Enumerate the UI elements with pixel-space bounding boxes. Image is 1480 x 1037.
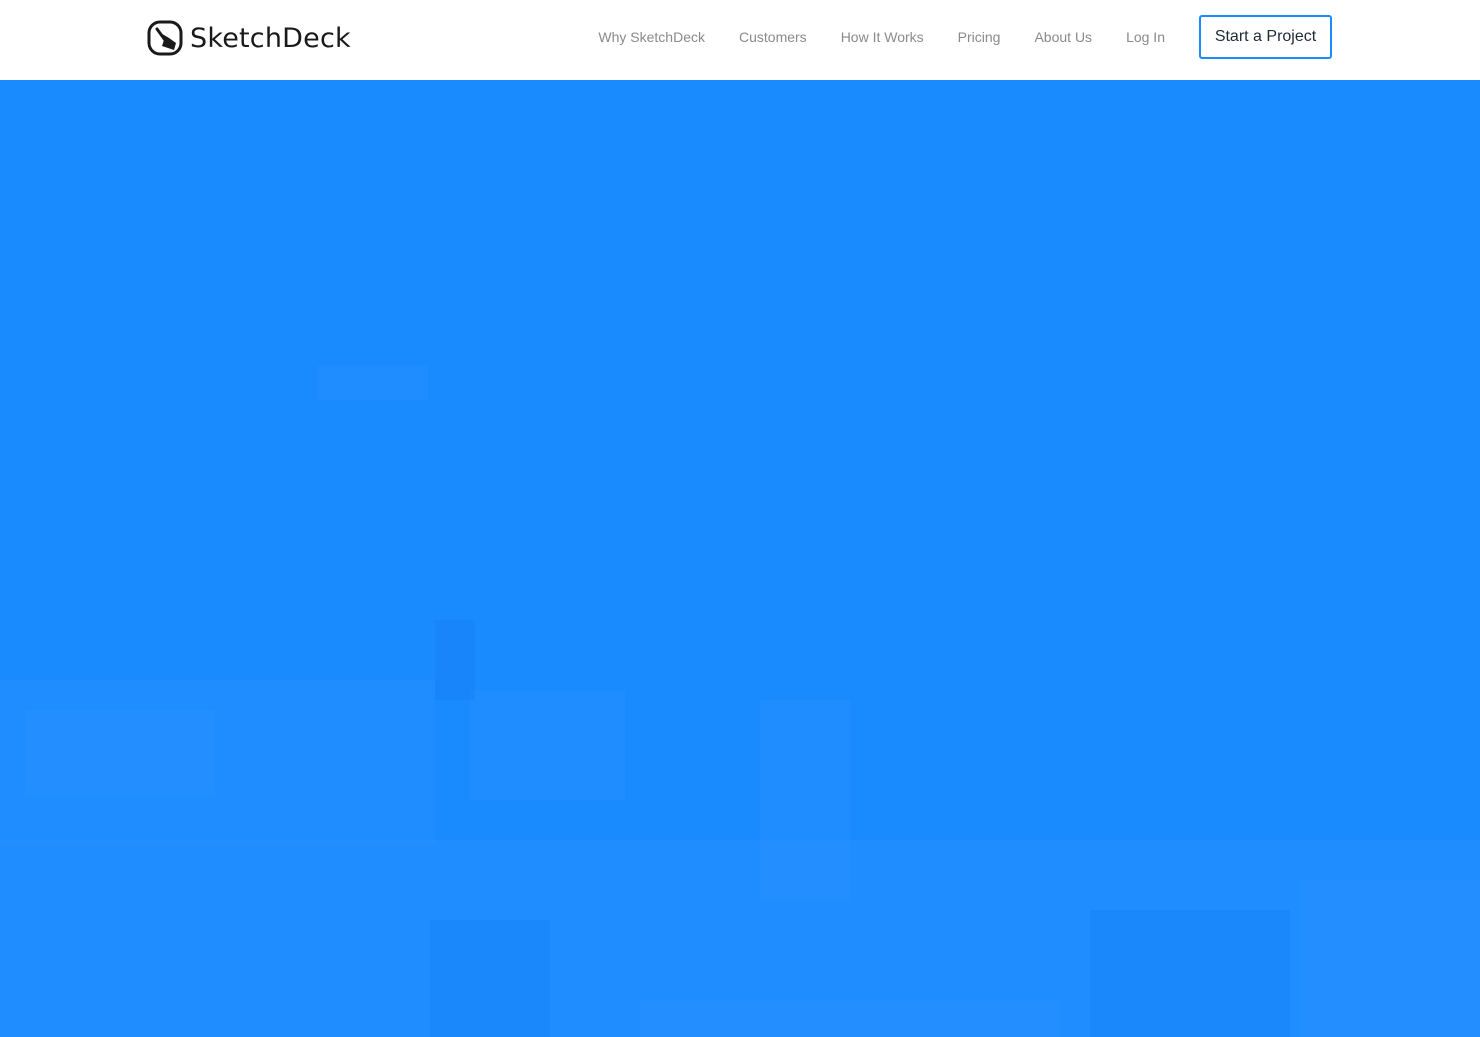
hero-bg-shape xyxy=(430,920,550,1037)
sketchdeck-logo-icon xyxy=(147,20,183,56)
hero-bg-shape xyxy=(318,366,428,400)
hero-section xyxy=(0,80,1480,1037)
site-header: SketchDeck Why SketchDeck Customers How … xyxy=(0,0,1480,80)
hero-bg-shape xyxy=(25,710,215,795)
nav-customers[interactable]: Customers xyxy=(739,29,807,45)
hero-bg-shape xyxy=(640,1000,1060,1037)
hero-bg-shape xyxy=(1300,880,1480,1037)
nav-pricing[interactable]: Pricing xyxy=(958,29,1001,45)
main-nav: Why SketchDeck Customers How It Works Pr… xyxy=(598,0,1332,74)
nav-log-in[interactable]: Log In xyxy=(1126,29,1165,45)
hero-bg-shape xyxy=(470,690,625,800)
nav-why-sketchdeck[interactable]: Why SketchDeck xyxy=(598,29,705,45)
nav-how-it-works[interactable]: How It Works xyxy=(841,29,924,45)
start-project-button[interactable]: Start a Project xyxy=(1199,15,1332,59)
nav-about-us[interactable]: About Us xyxy=(1034,29,1092,45)
brand-logo[interactable]: SketchDeck xyxy=(147,18,351,58)
hero-bg-shape xyxy=(435,620,475,700)
hero-bg-shape xyxy=(1090,910,1290,1037)
brand-name: SketchDeck xyxy=(190,22,351,54)
